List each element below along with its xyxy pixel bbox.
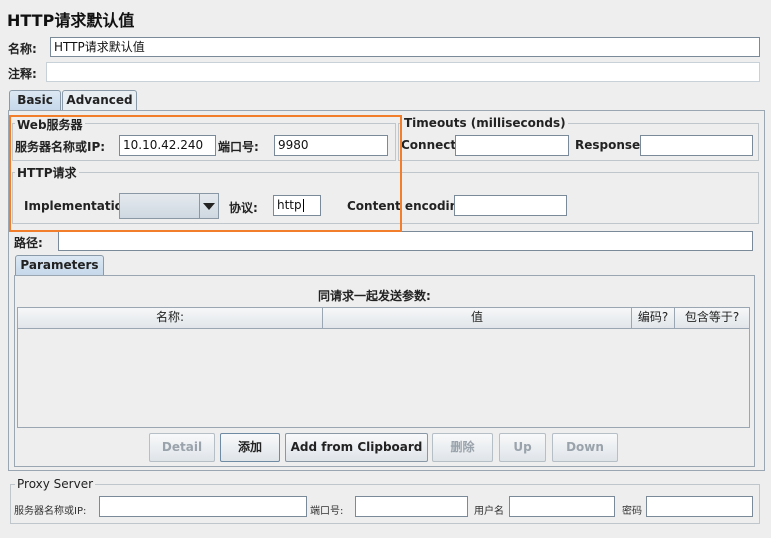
parameters-caption: 同请求一起发送参数: (318, 289, 431, 303)
connect-label: Connect: (401, 138, 461, 152)
response-label: Response: (575, 138, 645, 152)
column-header-name[interactable]: 名称: (17, 307, 323, 329)
column-header-encode[interactable]: 编码? (631, 307, 675, 329)
path-field[interactable] (58, 231, 753, 251)
connect-timeout-field[interactable] (455, 135, 569, 156)
name-label: 名称: (8, 42, 37, 56)
down-button[interactable]: Down (552, 433, 618, 462)
proxy-server-group-title: Proxy Server (15, 477, 96, 491)
tab-parameters[interactable]: Parameters (15, 255, 104, 276)
proxy-password-label: 密码 (622, 506, 642, 517)
add-from-clipboard-button[interactable]: Add from Clipboard (285, 433, 428, 462)
response-timeout-field[interactable] (640, 135, 753, 156)
comment-label: 注释: (8, 67, 37, 81)
column-header-value[interactable]: 值 (322, 307, 632, 329)
proxy-server-field[interactable] (99, 496, 307, 517)
highlight-box (9, 115, 402, 232)
proxy-port-label: 端口号: (310, 506, 344, 517)
tab-advanced[interactable]: Advanced (62, 90, 137, 111)
add-button[interactable]: 添加 (220, 433, 280, 462)
detail-button[interactable]: Detail (149, 433, 215, 462)
column-header-include-equals[interactable]: 包含等于? (674, 307, 750, 329)
delete-button[interactable]: 删除 (432, 433, 493, 462)
proxy-server-label: 服务器名称或IP: (14, 506, 87, 517)
name-field[interactable]: HTTP请求默认值 (50, 37, 760, 57)
timeouts-group-title: Timeouts (milliseconds) (402, 116, 568, 130)
proxy-port-field[interactable] (355, 496, 468, 517)
content-encoding-field[interactable] (454, 195, 567, 216)
tab-basic[interactable]: Basic (9, 90, 61, 111)
path-label: 路径: (14, 236, 43, 250)
comment-field[interactable] (46, 62, 760, 82)
page-title: HTTP请求默认值 (7, 11, 135, 30)
proxy-password-field[interactable] (646, 496, 753, 517)
proxy-username-label: 用户名 (474, 506, 504, 517)
proxy-username-field[interactable] (509, 496, 615, 517)
up-button[interactable]: Up (499, 433, 546, 462)
